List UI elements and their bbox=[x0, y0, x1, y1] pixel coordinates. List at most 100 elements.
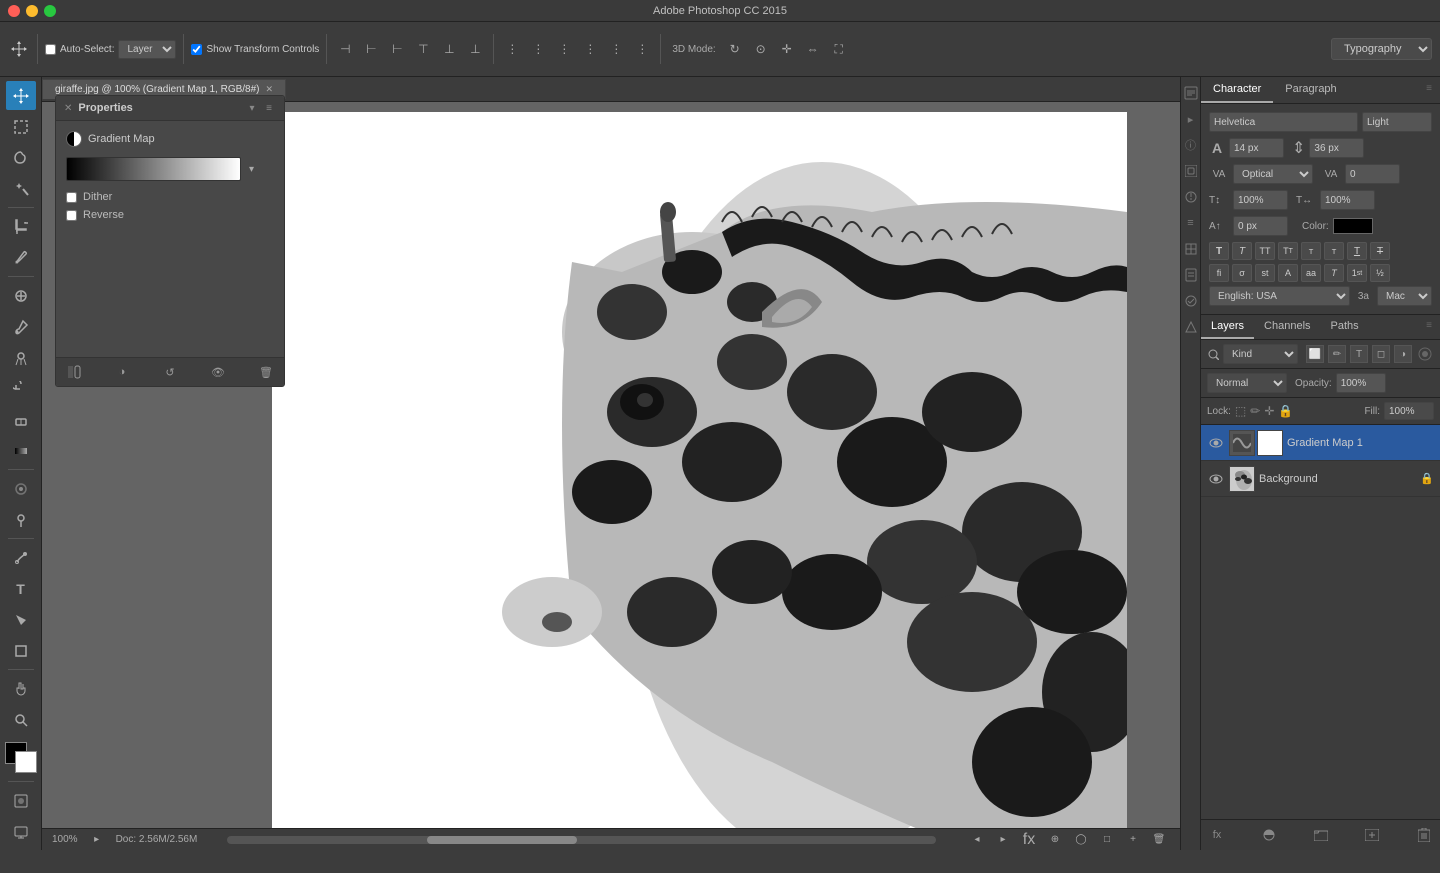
new-layer-button[interactable] bbox=[1361, 825, 1383, 845]
titling-button[interactable]: 1st bbox=[1347, 264, 1367, 282]
align-bottom-icon[interactable]: ⊥ bbox=[464, 38, 486, 60]
reverse-checkbox-row[interactable]: Reverse bbox=[66, 209, 274, 221]
tab-close-icon[interactable]: ✕ bbox=[266, 84, 274, 95]
leading-input[interactable] bbox=[1309, 138, 1364, 158]
filter-toggle-button[interactable] bbox=[1416, 345, 1434, 363]
new-group-button[interactable] bbox=[1310, 825, 1332, 845]
table-row[interactable]: Gradient Map 1 bbox=[1201, 425, 1440, 461]
filter-pixel-button[interactable]: ⬜ bbox=[1306, 345, 1324, 363]
move-tool-icon[interactable] bbox=[8, 38, 30, 60]
distribute-center-v-icon[interactable]: ⋮ bbox=[605, 38, 627, 60]
right-icon-info[interactable]: ⓘ bbox=[1182, 133, 1200, 157]
maximize-button[interactable] bbox=[44, 5, 56, 17]
distribute-left-icon[interactable]: ⋮ bbox=[501, 38, 523, 60]
kerning-input[interactable] bbox=[1345, 164, 1400, 184]
quick-mask-button[interactable] bbox=[6, 786, 36, 815]
new-group-icon[interactable]: □ bbox=[1096, 829, 1118, 851]
brush-tool-button[interactable] bbox=[6, 312, 36, 341]
layer-visibility-background[interactable] bbox=[1207, 470, 1225, 488]
distribute-center-h-icon[interactable]: ⋮ bbox=[527, 38, 549, 60]
right-icon-8[interactable] bbox=[1182, 263, 1200, 287]
lock-position-icon[interactable]: ✛ bbox=[1264, 404, 1274, 418]
move-tool-button[interactable] bbox=[6, 81, 36, 110]
delete-layer-icon[interactable]: 🗑 bbox=[1148, 829, 1170, 851]
add-mask-button[interactable] bbox=[64, 362, 84, 382]
history-tool-button[interactable] bbox=[6, 374, 36, 403]
status-arrow-left-icon[interactable]: ◂ bbox=[966, 829, 988, 851]
ligature-fi-button[interactable]: fi bbox=[1209, 264, 1229, 282]
underline-button[interactable]: T bbox=[1347, 242, 1367, 260]
right-icon-4[interactable] bbox=[1182, 159, 1200, 183]
language-select[interactable]: English: USA English: UK bbox=[1209, 286, 1350, 306]
panel-close-button[interactable]: ✕ bbox=[64, 103, 72, 114]
gradient-tool-button[interactable] bbox=[6, 436, 36, 465]
3d-rotate-icon[interactable]: ↻ bbox=[724, 38, 746, 60]
pen-tool-button[interactable] bbox=[6, 543, 36, 572]
filter-smart-button[interactable]: ◑ bbox=[1394, 345, 1412, 363]
create-fill-layer-button[interactable] bbox=[1258, 825, 1280, 845]
new-layer-icon[interactable]: + bbox=[1122, 829, 1144, 851]
lasso-tool-button[interactable] bbox=[6, 143, 36, 172]
right-icon-10[interactable] bbox=[1182, 315, 1200, 339]
right-icon-6[interactable]: ≡ bbox=[1182, 211, 1200, 235]
delete-adj-layer-button[interactable]: 🗑 bbox=[256, 362, 276, 382]
delete-layer-button[interactable] bbox=[1413, 825, 1435, 845]
align-left-icon[interactable]: ⊣ bbox=[334, 38, 356, 60]
font-family-input[interactable] bbox=[1209, 112, 1358, 132]
screen-mode-button[interactable] bbox=[6, 817, 36, 846]
kerning-select[interactable]: Optical Metrics bbox=[1233, 164, 1313, 184]
fill-input[interactable] bbox=[1384, 402, 1434, 420]
fraction-button[interactable]: ½ bbox=[1370, 264, 1390, 282]
zoom-tool-button[interactable] bbox=[6, 705, 36, 734]
align-right-icon[interactable]: ⊢ bbox=[386, 38, 408, 60]
panel-collapse-button[interactable]: ▾ bbox=[245, 102, 259, 115]
blur-tool-button[interactable] bbox=[6, 474, 36, 503]
3d-pan-icon[interactable]: ✛ bbox=[776, 38, 798, 60]
right-icon-9[interactable] bbox=[1182, 289, 1200, 313]
layer-mask-icon[interactable]: ◯ bbox=[1070, 829, 1092, 851]
font-style-input[interactable] bbox=[1362, 112, 1432, 132]
layer-visibility-gradient-map[interactable] bbox=[1207, 434, 1225, 452]
filter-type-button[interactable]: T bbox=[1350, 345, 1368, 363]
right-icon-5[interactable] bbox=[1182, 185, 1200, 209]
small-caps-button[interactable]: TT bbox=[1278, 242, 1298, 260]
magic-wand-tool-button[interactable] bbox=[6, 174, 36, 203]
italic-button[interactable]: T bbox=[1232, 242, 1252, 260]
align-top-icon[interactable]: ⊤ bbox=[412, 38, 434, 60]
ordinal-button[interactable]: aa bbox=[1301, 264, 1321, 282]
eyedropper-tool-button[interactable] bbox=[6, 243, 36, 272]
stylistic-alt-button[interactable]: A bbox=[1278, 264, 1298, 282]
distribute-bottom-icon[interactable]: ⋮ bbox=[631, 38, 653, 60]
eraser-tool-button[interactable] bbox=[6, 405, 36, 434]
font-size-input[interactable] bbox=[1229, 138, 1284, 158]
opacity-input[interactable] bbox=[1336, 373, 1386, 393]
blend-mode-select[interactable]: Normal Multiply Screen Overlay bbox=[1207, 373, 1287, 393]
layer-fx-button[interactable]: fx bbox=[1206, 825, 1228, 845]
scale-v-input[interactable] bbox=[1233, 190, 1288, 210]
tab-paragraph[interactable]: Paragraph bbox=[1273, 77, 1348, 103]
gradient-dropdown-arrow[interactable]: ▾ bbox=[249, 164, 254, 175]
effects-icon[interactable]: fx bbox=[1018, 829, 1040, 851]
marquee-tool-button[interactable] bbox=[6, 112, 36, 141]
dither-checkbox[interactable] bbox=[66, 192, 77, 203]
layer-filter-select[interactable]: Kind Name Effect Mode Attribute Color bbox=[1223, 344, 1298, 364]
3d-roll-icon[interactable]: ⊙ bbox=[750, 38, 772, 60]
subscript-button[interactable]: T bbox=[1324, 242, 1344, 260]
3d-slide-icon[interactable]: ⇔ bbox=[802, 38, 824, 60]
ligature-fl-button[interactable]: σ bbox=[1232, 264, 1252, 282]
panel-menu-button[interactable]: ≡ bbox=[262, 102, 276, 115]
bold-button[interactable]: T bbox=[1209, 242, 1229, 260]
old-style-button[interactable]: st bbox=[1255, 264, 1275, 282]
table-row[interactable]: Background 🔒 bbox=[1201, 461, 1440, 497]
right-icon-1[interactable] bbox=[1182, 81, 1200, 105]
right-icon-7[interactable] bbox=[1182, 237, 1200, 261]
status-info-button[interactable]: ▸ bbox=[88, 832, 106, 848]
create-fx-button[interactable]: ↺ bbox=[160, 362, 180, 382]
reverse-checkbox[interactable] bbox=[66, 210, 77, 221]
all-caps-button[interactable]: TT bbox=[1255, 242, 1275, 260]
canvas-wrapper[interactable]: ✕ Properties ▾ ≡ Gradient Map bbox=[42, 102, 1180, 828]
scroll-bar-h[interactable] bbox=[227, 836, 936, 844]
auto-select-dropdown[interactable]: Layer Group bbox=[118, 40, 176, 59]
show-transform-input[interactable] bbox=[191, 44, 202, 55]
distribute-top-icon[interactable]: ⋮ bbox=[579, 38, 601, 60]
